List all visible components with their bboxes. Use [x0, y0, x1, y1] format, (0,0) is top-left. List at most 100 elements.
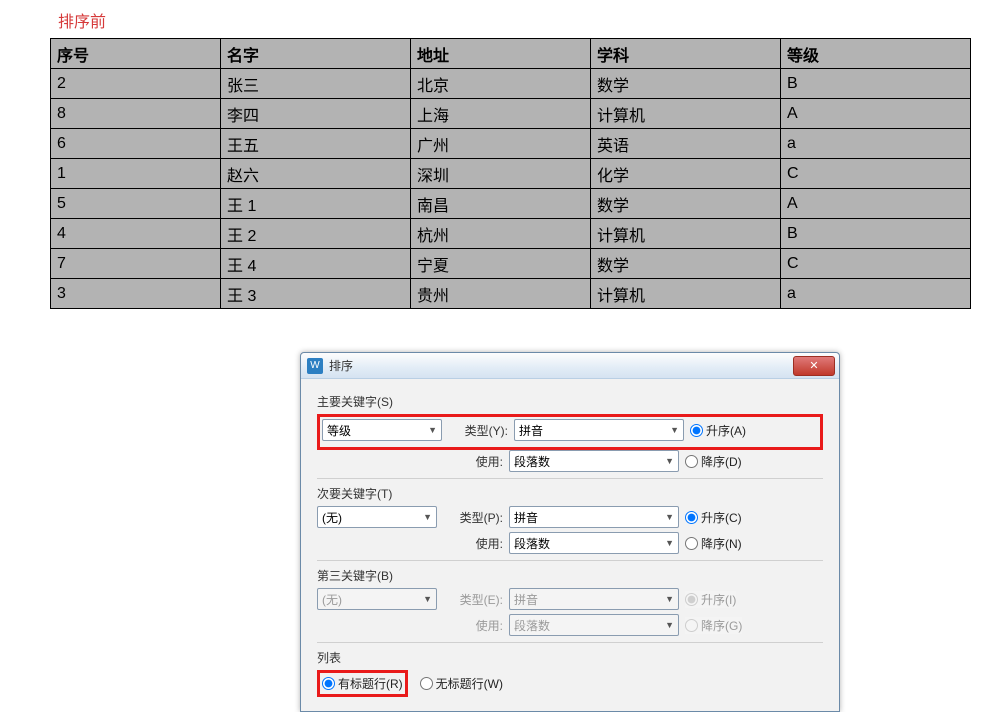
cell: 赵六 [221, 159, 411, 189]
primary-use-label: 使用: [443, 453, 503, 470]
th-grade: 等级 [781, 39, 971, 69]
cell: B [781, 219, 971, 249]
primary-desc-radio[interactable]: 降序(D) [685, 453, 742, 470]
third-desc-radio: 降序(G) [685, 617, 742, 634]
secondary-desc-radio[interactable]: 降序(N) [685, 535, 742, 552]
radio-input[interactable] [322, 677, 335, 690]
cell: 王 4 [221, 249, 411, 279]
data-table: 序号 名字 地址 学科 等级 2张三北京数学B 8李四上海计算机A 6王五广州英… [50, 38, 971, 309]
cell: 6 [51, 129, 221, 159]
cell: 深圳 [411, 159, 591, 189]
secondary-key-value: (无) [322, 509, 342, 526]
table-row: 1赵六深圳化学C [51, 159, 971, 189]
primary-use-value: 段落数 [514, 453, 550, 470]
cell: 3 [51, 279, 221, 309]
chevron-down-icon: ▼ [423, 512, 432, 522]
table-row: 4王 2杭州计算机B [51, 219, 971, 249]
app-icon: W [307, 358, 323, 374]
secondary-asc-text: 升序(C) [701, 509, 742, 526]
third-asc-text: 升序(I) [701, 591, 736, 608]
secondary-type-value: 拼音 [514, 509, 538, 526]
secondary-use-label: 使用: [443, 535, 503, 552]
close-icon: ✕ [809, 359, 818, 372]
th-addr: 地址 [411, 39, 591, 69]
chevron-down-icon: ▼ [665, 538, 674, 548]
close-button[interactable]: ✕ [793, 356, 835, 376]
cell: 5 [51, 189, 221, 219]
with-header-text: 有标题行(R) [338, 675, 403, 692]
third-key-label: 第三关键字(B) [317, 567, 823, 584]
cell: 张三 [221, 69, 411, 99]
primary-asc-radio[interactable]: 升序(A) [690, 422, 746, 439]
radio-input [685, 619, 698, 632]
cell: 4 [51, 219, 221, 249]
primary-asc-text: 升序(A) [706, 422, 746, 439]
cell: 数学 [591, 189, 781, 219]
dialog-body: 主要关键字(S) 等级 ▼ 类型(Y): 拼音 ▼ 升序(A) [301, 379, 839, 711]
cell: 北京 [411, 69, 591, 99]
secondary-use-value: 段落数 [514, 535, 550, 552]
primary-use-combo[interactable]: 段落数 ▼ [509, 450, 679, 472]
cell: 杭州 [411, 219, 591, 249]
separator [317, 560, 823, 561]
secondary-key-label: 次要关键字(T) [317, 485, 823, 502]
cell: 2 [51, 69, 221, 99]
sort-dialog: W 排序 ✕ 主要关键字(S) 等级 ▼ 类型(Y): 拼音 ▼ [300, 352, 840, 712]
secondary-use-combo[interactable]: 段落数 ▼ [509, 532, 679, 554]
caption-before-sort: 排序前 [58, 8, 1004, 32]
primary-type-value: 拼音 [519, 422, 543, 439]
third-type-combo: 拼音 ▼ [509, 588, 679, 610]
th-subj: 学科 [591, 39, 781, 69]
table-body: 2张三北京数学B 8李四上海计算机A 6王五广州英语a 1赵六深圳化学C 5王 … [51, 69, 971, 309]
primary-type-label: 类型(Y): [448, 422, 508, 439]
primary-key-label: 主要关键字(S) [317, 393, 823, 410]
cell: B [781, 69, 971, 99]
cell: 1 [51, 159, 221, 189]
cell: 王 2 [221, 219, 411, 249]
chevron-down-icon: ▼ [665, 512, 674, 522]
th-seq: 序号 [51, 39, 221, 69]
cell: 王五 [221, 129, 411, 159]
primary-key-combo[interactable]: 等级 ▼ [322, 419, 442, 441]
cell: 计算机 [591, 219, 781, 249]
dialog-titlebar[interactable]: W 排序 ✕ [301, 353, 839, 379]
radio-input[interactable] [690, 424, 703, 437]
primary-key-value: 等级 [327, 422, 351, 439]
separator [317, 642, 823, 643]
cell: C [781, 249, 971, 279]
third-use-combo: 段落数 ▼ [509, 614, 679, 636]
cell: 数学 [591, 69, 781, 99]
third-desc-text: 降序(G) [701, 617, 742, 634]
radio-input[interactable] [685, 511, 698, 524]
chevron-down-icon: ▼ [665, 594, 674, 604]
chevron-down-icon: ▼ [665, 620, 674, 630]
th-name: 名字 [221, 39, 411, 69]
chevron-down-icon: ▼ [428, 425, 437, 435]
radio-input[interactable] [685, 455, 698, 468]
secondary-key-combo[interactable]: (无) ▼ [317, 506, 437, 528]
cell: C [781, 159, 971, 189]
dialog-title: 排序 [329, 357, 793, 374]
cell: A [781, 99, 971, 129]
third-use-label: 使用: [443, 617, 503, 634]
table-row: 2张三北京数学B [51, 69, 971, 99]
cell: 李四 [221, 99, 411, 129]
cell: a [781, 129, 971, 159]
third-use-value: 段落数 [514, 617, 550, 634]
cell: 化学 [591, 159, 781, 189]
without-header-radio[interactable]: 无标题行(W) [420, 675, 503, 692]
secondary-desc-text: 降序(N) [701, 535, 742, 552]
primary-type-combo[interactable]: 拼音 ▼ [514, 419, 684, 441]
table-row: 8李四上海计算机A [51, 99, 971, 129]
secondary-type-label: 类型(P): [443, 509, 503, 526]
radio-input[interactable] [685, 537, 698, 550]
separator [317, 478, 823, 479]
third-type-value: 拼音 [514, 591, 538, 608]
cell: 宁夏 [411, 249, 591, 279]
radio-input[interactable] [420, 677, 433, 690]
secondary-asc-radio[interactable]: 升序(C) [685, 509, 742, 526]
table-row: 5王 1南昌数学A [51, 189, 971, 219]
with-header-radio[interactable]: 有标题行(R) [322, 675, 403, 692]
third-asc-radio: 升序(I) [685, 591, 736, 608]
secondary-type-combo[interactable]: 拼音 ▼ [509, 506, 679, 528]
